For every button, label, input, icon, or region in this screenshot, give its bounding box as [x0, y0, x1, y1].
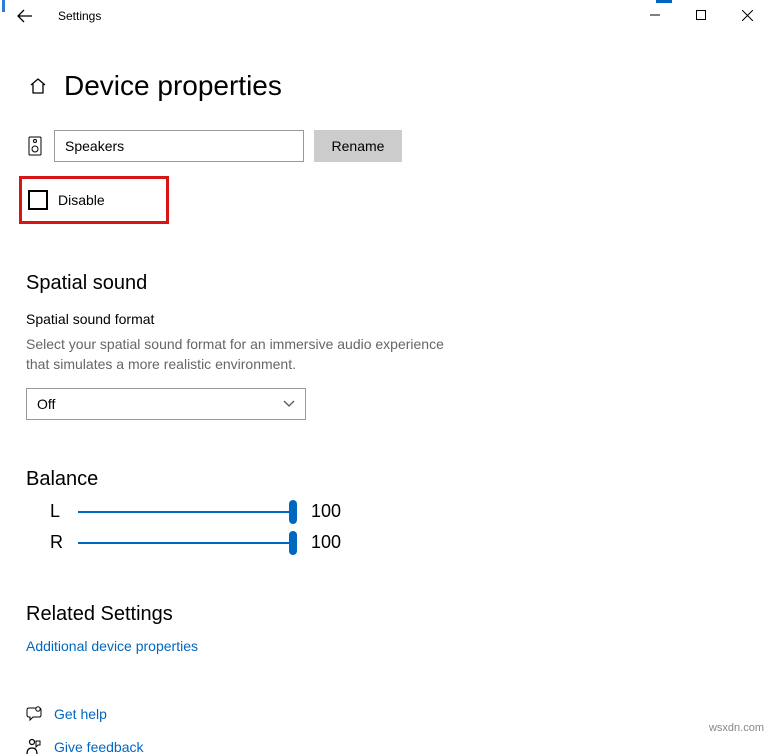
- spatial-format-label: Spatial sound format: [26, 311, 744, 327]
- help-icon-wrap: [26, 706, 54, 722]
- page-header: Device properties: [26, 70, 744, 102]
- left-accent-bar: [2, 0, 5, 12]
- speaker-icon-wrap: [26, 136, 44, 156]
- back-button[interactable]: [10, 1, 40, 31]
- balance-title: Balance: [26, 468, 744, 491]
- speaker-icon: [28, 136, 42, 156]
- chevron-down-icon: [283, 400, 295, 408]
- home-icon: [29, 77, 47, 95]
- device-name-input[interactable]: [54, 130, 304, 162]
- window-title: Settings: [58, 9, 101, 23]
- rename-row: Rename: [26, 130, 744, 162]
- feedback-icon-wrap: [26, 738, 54, 756]
- related-settings-title: Related Settings: [26, 603, 744, 626]
- person-feedback-icon: [26, 738, 42, 756]
- close-button[interactable]: [724, 0, 770, 30]
- maximize-icon: [696, 10, 706, 20]
- balance-left-slider[interactable]: [78, 511, 293, 513]
- balance-left-row: L 100: [50, 501, 744, 522]
- spatial-select-value: Off: [37, 396, 55, 412]
- close-icon: [742, 10, 753, 21]
- balance-right-label: R: [50, 532, 78, 553]
- minimize-button[interactable]: [632, 0, 678, 30]
- chat-help-icon: [26, 706, 44, 722]
- window-controls: [632, 0, 770, 30]
- rename-button[interactable]: Rename: [314, 130, 402, 162]
- watermark: wsxdn.com: [709, 722, 764, 734]
- disable-label: Disable: [58, 192, 105, 208]
- spatial-sound-title: Spatial sound: [26, 272, 744, 295]
- slider-thumb[interactable]: [289, 531, 297, 555]
- feedback-row: Give feedback: [26, 738, 744, 756]
- page-title: Device properties: [64, 70, 282, 102]
- get-help-link[interactable]: Get help: [54, 706, 107, 722]
- balance-left-value: 100: [311, 501, 341, 522]
- give-feedback-link[interactable]: Give feedback: [54, 739, 144, 755]
- balance-right-value: 100: [311, 532, 341, 553]
- minimize-icon: [650, 10, 660, 20]
- balance-right-row: R 100: [50, 532, 744, 553]
- home-button[interactable]: [26, 74, 50, 98]
- slider-thumb[interactable]: [289, 500, 297, 524]
- spatial-description: Select your spatial sound format for an …: [26, 335, 466, 374]
- content-area: Device properties Rename Disable Spatial…: [0, 32, 770, 756]
- balance-left-label: L: [50, 501, 78, 522]
- balance-right-slider[interactable]: [78, 542, 293, 544]
- additional-properties-link[interactable]: Additional device properties: [26, 638, 744, 654]
- get-help-row: Get help: [26, 706, 744, 722]
- back-arrow-icon: [17, 8, 33, 24]
- spatial-format-select[interactable]: Off: [26, 388, 306, 420]
- disable-highlight-box: Disable: [19, 176, 169, 224]
- disable-checkbox[interactable]: [28, 190, 48, 210]
- maximize-button[interactable]: [678, 0, 724, 30]
